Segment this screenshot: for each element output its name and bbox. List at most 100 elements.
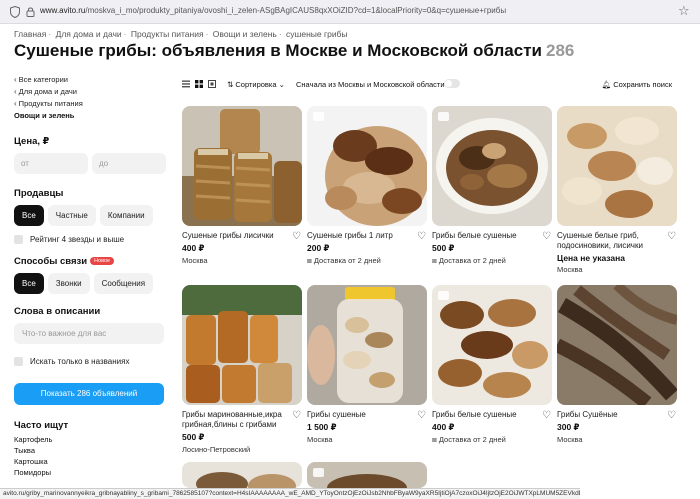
listing-price: 300 ₽ <box>557 422 580 432</box>
list-view-icon[interactable] <box>182 80 190 88</box>
chevron-left-icon: ‹ <box>14 75 17 84</box>
price-from-input[interactable]: от <box>14 153 88 174</box>
box-icon: ⧈ <box>432 256 439 265</box>
category-link[interactable]: ‹ Все категории <box>14 74 166 86</box>
often-link[interactable]: Картошка <box>14 456 166 467</box>
results-toolbar: ⇅ Сортировка ⌄ Сначала из Москвы и Моско… <box>182 78 672 92</box>
price-to-input[interactable]: до <box>92 153 166 174</box>
listing-photo[interactable] <box>432 285 552 405</box>
link-status-bar: avito.ru/griby_marinovannyeikra_gribnaya… <box>0 488 580 499</box>
listing-price: 400 ₽ <box>182 243 205 253</box>
grid-view-icon[interactable] <box>195 80 203 88</box>
listing-location: Москва <box>557 265 583 274</box>
lock-icon <box>26 7 35 17</box>
address-bar[interactable]: www.avito.ru/moskva_i_mo/produkty_pitani… <box>0 0 700 24</box>
listing-card[interactable]: ♡ Сушеные грибы лисички 400 ₽ Москва <box>182 106 302 265</box>
seller-company-chip[interactable]: Компании <box>99 205 153 226</box>
heart-icon[interactable]: ♡ <box>417 411 426 421</box>
contact-heading: Способы связи Новое <box>14 256 166 267</box>
listing-title[interactable]: Сушеные белые гриб, подосиновики, лисичк… <box>557 231 677 251</box>
heart-icon[interactable]: ♡ <box>667 411 676 421</box>
listing-photo[interactable] <box>307 285 427 405</box>
listing-price: 500 ₽ <box>182 432 205 442</box>
rating-checkbox-row[interactable]: Рейтинг 4 звезды и выше <box>14 235 166 244</box>
words-input[interactable]: Что-то важное для вас <box>14 323 164 344</box>
breadcrumb-item[interactable]: Для дома и дачи <box>56 29 122 39</box>
listing-price: 500 ₽ <box>432 243 455 253</box>
category-link[interactable]: ‹ Продукты питания <box>14 98 166 110</box>
listing-photo[interactable] <box>307 462 427 488</box>
listing-card[interactable] <box>182 462 302 488</box>
listing-photo[interactable] <box>307 106 427 226</box>
listing-title[interactable]: Сушеные грибы лисички <box>182 231 302 241</box>
often-heading: Часто ищут <box>14 420 69 431</box>
seller-all-chip[interactable]: Все <box>14 205 44 226</box>
contact-all-chip[interactable]: Все <box>14 273 44 294</box>
url-text[interactable]: www.avito.ru/moskva_i_mo/produkty_pitani… <box>40 6 630 15</box>
heart-icon[interactable]: ♡ <box>417 232 426 242</box>
contact-messages-chip[interactable]: Сообщения <box>93 273 154 294</box>
often-link[interactable]: Картофель <box>14 434 166 445</box>
bookmark-star-icon[interactable]: ☆ <box>678 4 690 18</box>
results-count: 286 <box>545 41 575 60</box>
page-title: Сушеные грибы: объявления в Москве и Мос… <box>14 41 575 60</box>
listing-card[interactable]: ♡ Сушеные грибы 1 литр 200 ₽ ⧈ Доставка … <box>307 106 427 266</box>
listing-card[interactable]: ♡ Грибы Сушёные 300 ₽ Москва <box>557 285 677 444</box>
heart-icon[interactable]: ♡ <box>292 411 301 421</box>
price-heading: Цена, ₽ <box>14 136 50 147</box>
listing-title[interactable]: Грибы маринованные,икра грибная,блины с … <box>182 410 302 430</box>
breadcrumb-item[interactable]: Продукты питания <box>131 29 204 39</box>
box-icon: ⧈ <box>432 435 439 444</box>
listing-title[interactable]: Сушеные грибы 1 литр <box>307 231 427 241</box>
breadcrumb-item[interactable]: Главная <box>14 29 46 39</box>
listing-photo[interactable] <box>182 462 302 488</box>
listing-title[interactable]: Грибы белые сушеные <box>432 410 552 420</box>
heart-icon[interactable]: ♡ <box>542 232 551 242</box>
breadcrumb: Главная · Для дома и дачи · Продукты питан… <box>14 29 348 39</box>
listing-photo[interactable] <box>557 285 677 405</box>
listing-delivery: ⧈ Доставка от 2 дней <box>307 256 381 265</box>
checkbox <box>14 357 23 366</box>
breadcrumb-item[interactable]: сушеные грибы <box>286 29 348 39</box>
listing-photo[interactable] <box>182 106 302 226</box>
titles-only-checkbox-row[interactable]: Искать только в названиях <box>14 357 166 366</box>
listing-card[interactable]: ♡ Грибы белые сушеные 400 ₽ ⧈ Доставка о… <box>432 285 552 445</box>
chevron-left-icon: ‹ <box>14 87 17 96</box>
words-heading: Слова в описании <box>14 306 101 317</box>
listing-card[interactable]: ♡ Грибы белые сушеные 500 ₽ ⧈ Доставка о… <box>432 106 552 266</box>
listing-location: Москва <box>307 435 333 444</box>
chevron-left-icon: ‹ <box>14 99 17 108</box>
listing-price: 200 ₽ <box>307 243 330 253</box>
heart-icon[interactable]: ♡ <box>542 411 551 421</box>
listing-photo[interactable] <box>182 285 302 405</box>
breadcrumb-item[interactable]: Овощи и зелень <box>213 29 277 39</box>
sort-dropdown[interactable]: ⇅ Сортировка ⌄ <box>227 80 285 89</box>
show-results-button[interactable]: Показать 286 объявлений <box>14 383 164 405</box>
often-link[interactable]: Помидоры <box>14 467 166 478</box>
seller-private-chip[interactable]: Частные <box>47 205 96 226</box>
listing-card[interactable] <box>307 462 427 488</box>
contact-calls-chip[interactable]: Звонки <box>47 273 90 294</box>
listing-location: Лосино-Петровский <box>182 445 251 454</box>
gallery-icon <box>438 291 449 300</box>
map-view-icon[interactable] <box>208 80 216 88</box>
listing-location: Москва <box>557 435 583 444</box>
listing-title[interactable]: Грибы сушеные <box>307 410 427 420</box>
moscow-first-toggle[interactable] <box>444 79 460 88</box>
heart-icon[interactable]: ♡ <box>667 232 676 242</box>
listing-card[interactable]: ♡ Грибы сушеные 1 500 ₽ Москва <box>307 285 427 444</box>
listing-photo[interactable] <box>557 106 677 226</box>
save-search-button[interactable]: 🔔︎ Сохранить поиск <box>602 80 672 89</box>
listing-title[interactable]: Грибы Сушёные <box>557 410 677 420</box>
listing-title[interactable]: Грибы белые сушеные <box>432 231 552 241</box>
heart-icon[interactable]: ♡ <box>292 232 301 242</box>
listing-card[interactable]: ♡ Грибы маринованные,икра грибная,блины … <box>182 285 302 454</box>
listing-price: 400 ₽ <box>432 422 455 432</box>
listing-card[interactable]: ♡ Сушеные белые гриб, подосиновики, лиси… <box>557 106 677 274</box>
gallery-icon <box>438 112 449 121</box>
moscow-first-label: Сначала из Москвы и Московской области <box>296 80 445 89</box>
category-link[interactable]: ‹ Для дома и дачи <box>14 86 166 98</box>
often-link[interactable]: Тыква <box>14 445 166 456</box>
bell-icon: 🔔︎ <box>601 80 614 89</box>
listing-photo[interactable] <box>432 106 552 226</box>
